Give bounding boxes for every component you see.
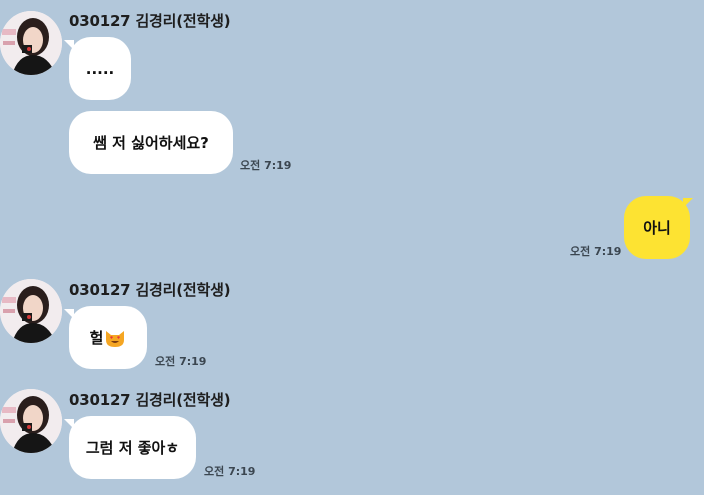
- sender-avatar[interactable]: [0, 279, 62, 343]
- chat-room: 030127 김경리(전학생) ..... 쌤 저 싫어하세요? 오전 7:19…: [0, 0, 704, 495]
- sender-avatar[interactable]: [0, 389, 62, 453]
- message-text: 그럼 저 좋아ㅎ: [85, 439, 180, 457]
- smiling-cat-heart-eyes-icon: [104, 328, 126, 348]
- message-time: 오전 7:19: [204, 465, 256, 478]
- message-text: 헐: [89, 329, 104, 347]
- message-bubble[interactable]: 헐: [69, 306, 147, 369]
- sender-name: 030127 김경리(전학생): [69, 281, 231, 299]
- sender-name: 030127 김경리(전학생): [69, 12, 231, 30]
- message-time: 오전 7:19: [570, 245, 622, 258]
- message-bubble[interactable]: 그럼 저 좋아ㅎ: [69, 416, 196, 479]
- message-bubble[interactable]: .....: [69, 37, 131, 100]
- message-text: 쌤 저 싫어하세요?: [93, 134, 209, 152]
- message-text: 아니: [643, 219, 671, 237]
- my-message-bubble[interactable]: 아니: [624, 196, 690, 259]
- message-bubble[interactable]: 쌤 저 싫어하세요?: [69, 111, 233, 174]
- message-time: 오전 7:19: [155, 355, 207, 368]
- sender-avatar[interactable]: [0, 11, 62, 75]
- message-time: 오전 7:19: [240, 159, 292, 172]
- sender-name: 030127 김경리(전학생): [69, 391, 231, 409]
- message-text: .....: [85, 59, 115, 78]
